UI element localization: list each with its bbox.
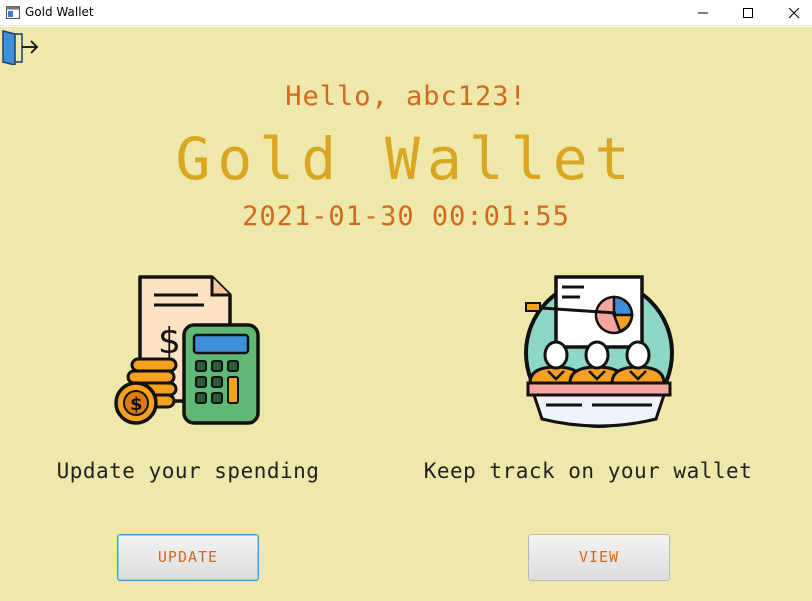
calculator-coins-icon: $ $	[114, 275, 260, 425]
title-bar: Gold Wallet	[0, 0, 812, 26]
svg-text:$: $	[158, 321, 181, 362]
greeting-text: Hello, abc123!	[285, 81, 527, 112]
maximize-button[interactable]	[725, 0, 771, 26]
update-button[interactable]: UPDATE	[117, 534, 259, 581]
view-button[interactable]: VIEW	[528, 534, 670, 581]
app-title: Gold Wallet	[175, 125, 637, 193]
close-button[interactable]	[771, 0, 812, 26]
app-window-icon	[6, 6, 20, 19]
current-datetime: 2021-01-30 00:01:55	[242, 201, 570, 232]
window-title: Gold Wallet	[25, 5, 94, 19]
presentation-team-icon	[524, 275, 674, 428]
close-icon	[788, 7, 800, 19]
view-caption: Keep track on your wallet	[423, 459, 753, 483]
maximize-icon	[743, 8, 753, 18]
logout-door-icon	[2, 30, 39, 66]
minimize-button[interactable]	[680, 0, 726, 26]
update-caption: Update your spending	[56, 459, 320, 483]
minimize-icon	[698, 12, 708, 14]
svg-text:$: $	[130, 394, 143, 415]
logout-button[interactable]	[0, 29, 40, 66]
main-content: Hello, abc123! Gold Wallet 2021-01-30 00…	[0, 27, 812, 601]
